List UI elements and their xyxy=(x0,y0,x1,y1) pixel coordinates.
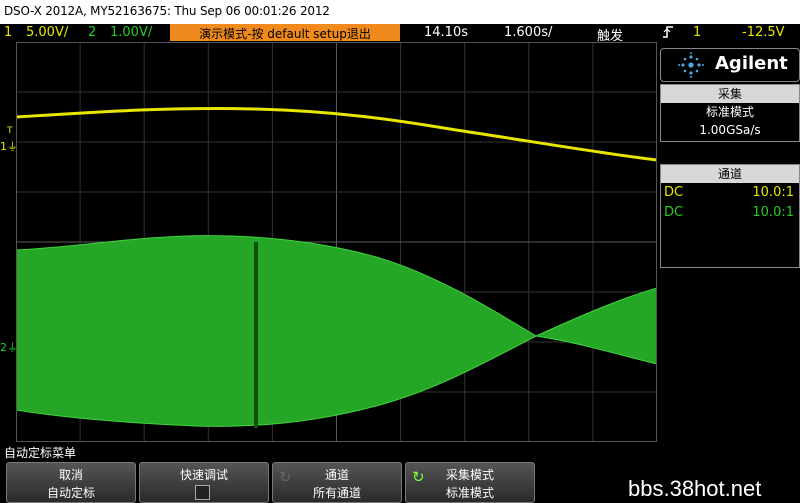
ch1-marker-label: 1 xyxy=(0,140,7,153)
ch2-probe: 10.0:1 xyxy=(752,205,794,220)
ch1-number: 1 xyxy=(4,25,13,40)
ch2-coupling: DC xyxy=(664,205,684,220)
acquire-mode-softkey[interactable]: ↻ 采集模式 标准模式 xyxy=(405,462,535,503)
trigger-source: 1 xyxy=(693,25,702,40)
window-title: DSO-X 2012A, MY52163675: Thu Sep 06 00:0… xyxy=(4,4,330,18)
ch2-scale[interactable]: 1.00V/ xyxy=(110,25,152,40)
ch1-coupling: DC xyxy=(664,185,684,200)
channels-softkey[interactable]: ↻ 通道 所有通道 xyxy=(272,462,402,503)
softkey-line1: 通道 xyxy=(324,468,349,482)
time-base[interactable]: 1.600s/ xyxy=(504,25,552,40)
softkey-line2: 所有通道 xyxy=(312,486,361,500)
cancel-autoscale-softkey[interactable]: 取消 自动定标 xyxy=(6,462,136,503)
softkey-line2: 标准模式 xyxy=(445,486,494,500)
softkey-line2: 自动定标 xyxy=(46,486,95,500)
ch1-scale[interactable]: 5.00V/ xyxy=(26,25,68,40)
ch2-info-row: DC 10.0:1 xyxy=(661,203,799,223)
acquisition-box: 采集 标准模式 1.00GSa/s xyxy=(660,84,800,142)
channels-box: 通道 DC 10.0:1 DC 10.0:1 xyxy=(660,164,800,268)
brand-name: Agilent xyxy=(715,53,788,74)
agilent-logo: Agilent xyxy=(660,48,800,82)
trigger-marker: T xyxy=(7,126,13,136)
acquisition-header: 采集 xyxy=(661,85,799,103)
ch1-info-row: DC 10.0:1 xyxy=(661,183,799,203)
softkey-line1: 采集模式 xyxy=(445,468,494,482)
fast-debug-softkey[interactable]: 快速调试 xyxy=(139,462,269,503)
channels-header: 通道 xyxy=(661,165,799,183)
title-bar: DSO-X 2012A, MY52163675: Thu Sep 06 00:0… xyxy=(0,0,800,24)
ch2-marker-label: 2 xyxy=(0,341,7,354)
checkbox-icon[interactable] xyxy=(195,485,210,500)
trigger-level[interactable]: -12.5V xyxy=(742,25,785,40)
softkey-line1: 取消 xyxy=(58,468,83,482)
menu-title: 自动定标菜单 xyxy=(4,446,77,460)
ch2-number: 2 xyxy=(88,25,97,40)
demo-mode-banner: 演示模式-按 default setup退出 xyxy=(170,24,400,41)
watermark: bbs.38hot.net xyxy=(628,476,762,501)
spark-icon xyxy=(678,52,704,78)
ch1-probe: 10.0:1 xyxy=(752,185,794,200)
time-position[interactable]: 14.10s xyxy=(424,25,468,40)
info-panel: Agilent 采集 标准模式 1.00GSa/s 通道 DC 10.0:1 D… xyxy=(660,48,800,268)
softkey-line1: 快速调试 xyxy=(179,468,228,482)
sample-rate: 1.00GSa/s xyxy=(699,123,761,137)
waveform-display[interactable] xyxy=(16,42,657,442)
acquisition-mode: 标准模式 xyxy=(705,105,754,119)
rising-edge-icon xyxy=(662,25,674,43)
status-bar: 1 5.00V/ 2 1.00V/ 14.10s 1.600s/ 触发 1 -1… xyxy=(0,24,800,44)
demo-mode-text: 演示模式-按 default setup退出 xyxy=(199,27,371,41)
